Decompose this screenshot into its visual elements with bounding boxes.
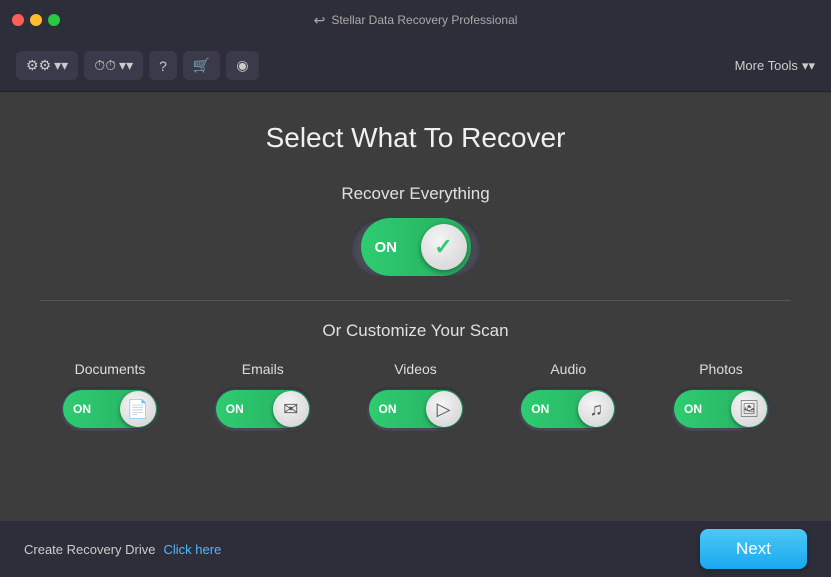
videos-toggle[interactable]: ON [366, 387, 466, 431]
videos-toggle-knob [426, 391, 462, 427]
more-tools-label: More Tools [735, 58, 798, 73]
recover-everything-toggle[interactable]: ON [351, 218, 481, 276]
help-icon: ? [159, 58, 167, 74]
customize-label: Or Customize Your Scan [40, 321, 791, 341]
audio-toggle-on: ON [531, 402, 549, 416]
cart-icon: 🛒 [193, 57, 210, 74]
app-title: Stellar Data Recovery Professional [331, 13, 517, 27]
category-videos: Videos ON [366, 361, 466, 431]
category-photos: Photos ON [671, 361, 771, 431]
audio-toggle[interactable]: ON [518, 387, 618, 431]
videos-toggle-on: ON [379, 402, 397, 416]
emails-toggle-on: ON [226, 402, 244, 416]
recover-everything-toggle-container: ON [40, 218, 791, 276]
category-photos-label: Photos [699, 361, 743, 377]
emails-toggle-knob [273, 391, 309, 427]
time-machine-button[interactable]: ⏱ ▾ [84, 51, 143, 80]
document-icon [127, 399, 149, 420]
photos-toggle[interactable]: ON [671, 387, 771, 431]
traffic-lights [12, 14, 60, 26]
time-chevron: ▾ [119, 57, 133, 74]
user-button[interactable]: ◉ [226, 51, 258, 80]
recover-everything-label: Recover Everything [40, 184, 791, 204]
divider [40, 300, 791, 301]
category-documents: Documents ON [60, 361, 160, 431]
documents-toggle-on: ON [73, 402, 91, 416]
time-icon: ⏱ [94, 57, 116, 74]
next-button[interactable]: Next [700, 529, 807, 569]
audio-toggle-knob [578, 391, 614, 427]
video-icon [437, 399, 451, 420]
footer-left: Create Recovery Drive Click here [24, 542, 221, 557]
minimize-button[interactable] [30, 14, 42, 26]
photo-icon [739, 399, 759, 419]
more-tools-chevron: ▾ [802, 58, 815, 74]
user-icon: ◉ [236, 57, 248, 74]
category-audio-label: Audio [550, 361, 586, 377]
emails-toggle[interactable]: ON [213, 387, 313, 431]
help-button[interactable]: ? [149, 51, 177, 80]
recover-everything-section: Recover Everything ON [40, 184, 791, 276]
titlebar-center: Stellar Data Recovery Professional [314, 12, 518, 29]
check-icon [434, 234, 452, 260]
photos-toggle-knob [731, 391, 767, 427]
close-button[interactable] [12, 14, 24, 26]
big-toggle-knob [421, 224, 467, 270]
toolbar-left: ⚙ ▾ ⏱ ▾ ? 🛒 ◉ [16, 51, 259, 80]
category-documents-label: Documents [75, 361, 146, 377]
documents-toggle-knob [120, 391, 156, 427]
page-title: Select What To Recover [40, 122, 791, 154]
cart-button[interactable]: 🛒 [183, 51, 220, 80]
photos-toggle-on: ON [684, 402, 702, 416]
back-icon[interactable] [314, 12, 326, 29]
big-toggle-track: ON [361, 218, 471, 276]
category-videos-label: Videos [394, 361, 437, 377]
click-here-link[interactable]: Click here [164, 542, 222, 557]
categories-row: Documents ON Emails ON [40, 361, 791, 431]
settings-button[interactable]: ⚙ ▾ [16, 51, 78, 80]
more-tools-button[interactable]: More Tools ▾ [735, 58, 815, 74]
big-toggle-on-label: ON [375, 239, 398, 256]
settings-chevron: ▾ [54, 57, 68, 74]
audio-icon [590, 399, 604, 420]
category-audio: Audio ON [518, 361, 618, 431]
titlebar: Stellar Data Recovery Professional [0, 0, 831, 40]
email-icon [283, 399, 298, 420]
category-emails-label: Emails [242, 361, 284, 377]
documents-toggle[interactable]: ON [60, 387, 160, 431]
maximize-button[interactable] [48, 14, 60, 26]
footer: Create Recovery Drive Click here Next [0, 521, 831, 577]
gear-icon: ⚙ [26, 57, 51, 74]
create-recovery-label: Create Recovery Drive [24, 542, 156, 557]
category-emails: Emails ON [213, 361, 313, 431]
main-content: Select What To Recover Recover Everythin… [0, 92, 831, 451]
toolbar: ⚙ ▾ ⏱ ▾ ? 🛒 ◉ More Tools ▾ [0, 40, 831, 92]
